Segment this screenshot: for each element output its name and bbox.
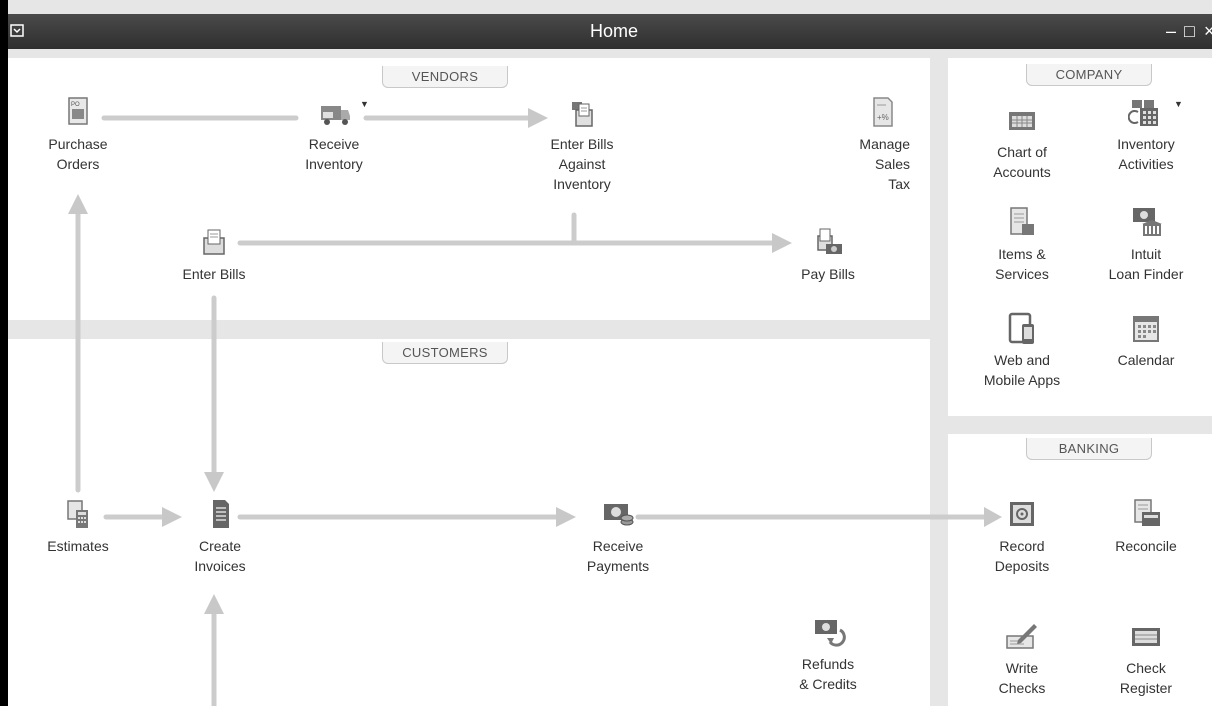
- invoice-icon: [213, 500, 229, 528]
- receive-payments-icon: [604, 504, 634, 526]
- pay-bills-item[interactable]: Pay Bills: [758, 226, 898, 284]
- calendar-item[interactable]: Calendar: [1086, 312, 1206, 370]
- items-services-item[interactable]: Items & Services: [962, 206, 1082, 284]
- enter-bills-against-inventory-item[interactable]: Enter Bills Against Inventory: [512, 96, 652, 194]
- reconcile-icon: [1134, 499, 1160, 526]
- reconcile-item[interactable]: Reconcile: [1086, 498, 1206, 556]
- delivery-truck-icon: [321, 106, 350, 125]
- close-button[interactable]: ×: [1204, 14, 1212, 49]
- receive-payments-item[interactable]: Receive Payments: [548, 498, 688, 576]
- purchase-order-icon: PO: [68, 97, 88, 125]
- chart-of-accounts-icon: [1009, 112, 1035, 130]
- home-window: Home – □ × VENDORS CUSTOMERS COMPANY BAN…: [0, 0, 1212, 706]
- loan-finder-icon: [1133, 208, 1162, 236]
- calendar-icon: [1133, 316, 1159, 342]
- safe-icon: [1010, 502, 1034, 526]
- manage-sales-tax-item[interactable]: +% Manage Sales Tax: [770, 96, 910, 194]
- minimize-button[interactable]: –: [1166, 14, 1176, 49]
- chart-of-accounts-item[interactable]: Chart of Accounts: [962, 104, 1082, 182]
- write-checks-icon: [1006, 624, 1037, 649]
- web-mobile-apps-item[interactable]: Web and Mobile Apps: [962, 312, 1082, 390]
- check-register-item[interactable]: Check Register: [1086, 620, 1206, 698]
- banking-tab: BANKING: [1026, 438, 1152, 460]
- bills-inventory-icon: [572, 102, 593, 127]
- items-services-icon: [1010, 207, 1034, 235]
- estimates-item[interactable]: Estimates: [8, 498, 148, 556]
- devices-icon: [1008, 312, 1034, 344]
- check-register-icon: [1132, 628, 1160, 646]
- company-tab: COMPANY: [1026, 64, 1152, 86]
- inventory-activities-icon: [1128, 100, 1158, 126]
- maximize-button[interactable]: □: [1184, 14, 1195, 49]
- refunds-icon: [815, 620, 846, 647]
- refunds-credits-item[interactable]: Refunds & Credits: [758, 616, 898, 694]
- write-checks-item[interactable]: Write Checks: [962, 620, 1082, 698]
- inventory-activities-dropdown-icon[interactable]: ▼: [1174, 99, 1183, 109]
- svg-text:PO: PO: [71, 102, 80, 108]
- receive-inventory-dropdown-icon[interactable]: ▼: [360, 99, 369, 109]
- intuit-loan-finder-item[interactable]: Intuit Loan Finder: [1086, 206, 1206, 284]
- estimates-icon: [67, 500, 88, 528]
- record-deposits-item[interactable]: Record Deposits: [962, 498, 1082, 576]
- pay-bills-icon: [817, 228, 842, 254]
- inventory-activities-item[interactable]: Inventory Activities: [1086, 96, 1206, 174]
- svg-text:+%: +%: [877, 113, 889, 122]
- enter-bills-item[interactable]: Enter Bills: [144, 226, 284, 284]
- sales-tax-icon: +%: [873, 97, 893, 127]
- purchase-orders-item[interactable]: PO Purchase Orders: [8, 96, 148, 174]
- enter-bills-icon: [203, 229, 225, 255]
- create-invoices-item[interactable]: Create Invoices: [150, 498, 290, 576]
- receive-inventory-item[interactable]: Receive Inventory: [264, 96, 404, 174]
